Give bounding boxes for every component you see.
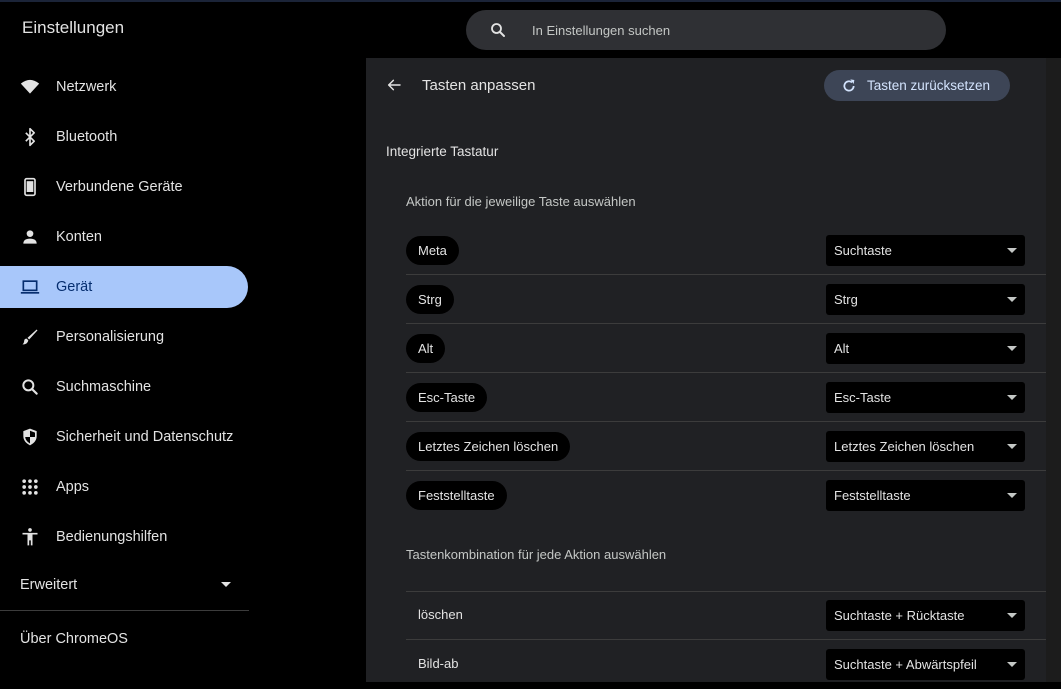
dropdown-value: Feststelltaste: [834, 488, 911, 503]
key-action-dropdown[interactable]: Feststelltaste: [826, 480, 1025, 511]
search-input[interactable]: [530, 21, 914, 39]
sidebar-item-personalisierung[interactable]: Personalisierung: [0, 316, 248, 358]
dropdown-value: Suchtaste + Rücktaste: [834, 608, 965, 623]
advanced-toggle[interactable]: Erweitert: [20, 575, 232, 595]
accessibility-icon: [20, 527, 40, 547]
sidebar-divider: [0, 610, 249, 611]
sidebar-item-verbundene-geraete[interactable]: Verbundene Geräte: [0, 166, 248, 208]
wifi-icon: [20, 77, 40, 97]
page-title: Tasten anpassen: [422, 77, 536, 94]
dropdown-arrow-icon: [1007, 613, 1017, 618]
key-chip: Meta: [406, 236, 459, 265]
dropdown-arrow-icon: [1007, 297, 1017, 302]
person-icon: [20, 227, 40, 247]
sidebar-item-label: Verbundene Geräte: [56, 179, 183, 195]
dropdown-arrow-icon: [1007, 248, 1017, 253]
arrow-back-icon: [387, 79, 401, 91]
sidebar-item-label: Suchmaschine: [56, 379, 152, 395]
bluetooth-icon: [20, 127, 40, 147]
sidebar-item-label: Netzwerk: [56, 79, 117, 95]
brush-icon: [20, 327, 40, 347]
key-chip: Alt: [406, 334, 446, 363]
sidebar-item-bedienungshilfen[interactable]: Bedienungshilfen: [0, 516, 248, 558]
sidebar-item-about[interactable]: Über ChromeOS: [20, 631, 128, 647]
dropdown-arrow-icon: [220, 577, 232, 593]
sidebar-item-label: Apps: [56, 479, 90, 495]
key-action-dropdown[interactable]: Esc-Taste: [826, 382, 1025, 413]
dropdown-arrow-icon: [1007, 346, 1017, 351]
key-chip: Esc-Taste: [406, 383, 488, 412]
dropdown-value: Letztes Zeichen löschen: [834, 439, 975, 454]
key-action-dropdown[interactable]: Suchtaste: [826, 235, 1025, 266]
app-title: Einstellungen: [22, 18, 125, 37]
keys-subtitle: Aktion für die jeweilige Taste auswählen: [406, 194, 636, 209]
key-row-esc: Esc-Taste Esc-Taste: [386, 373, 1046, 422]
sidebar-item-label: Konten: [56, 229, 102, 245]
sidebar-item-suchmaschine[interactable]: Suchmaschine: [0, 366, 248, 408]
sidebar-item-label: Sicherheit und Datenschutz: [56, 429, 234, 445]
combo-dropdown[interactable]: Suchtaste + Abwärtspfeil: [826, 649, 1025, 680]
key-chip: Letztes Zeichen löschen: [406, 432, 571, 461]
scrollbar-track[interactable]: [1046, 58, 1061, 682]
search-icon: [20, 377, 40, 397]
combo-subtitle: Tastenkombination für jede Aktion auswäh…: [406, 547, 667, 562]
sidebar-item-label: Bluetooth: [56, 129, 118, 145]
key-action-dropdown[interactable]: Letztes Zeichen löschen: [826, 431, 1025, 462]
key-action-dropdown[interactable]: Strg: [826, 284, 1025, 315]
key-chip: Strg: [406, 285, 454, 314]
key-action-dropdown[interactable]: Alt: [826, 333, 1025, 364]
combo-action-label: Bild-ab: [418, 656, 459, 671]
sidebar-item-bluetooth[interactable]: Bluetooth: [0, 116, 248, 158]
laptop-icon: [20, 277, 40, 297]
sidebar-item-sicherheit[interactable]: Sicherheit und Datenschutz: [0, 416, 248, 458]
key-row-meta: Meta Suchtaste: [386, 226, 1046, 275]
dropdown-value: Suchtaste: [834, 243, 892, 258]
sidebar-item-label: Gerät: [56, 279, 93, 295]
dropdown-arrow-icon: [1007, 662, 1017, 667]
apps-grid-icon: [20, 477, 40, 497]
search-icon: [488, 20, 508, 40]
dropdown-arrow-icon: [1007, 395, 1017, 400]
combo-row-delete: löschen Suchtaste + Rücktaste: [386, 591, 1046, 640]
dropdown-arrow-icon: [1007, 493, 1017, 498]
phone-icon: [20, 177, 40, 197]
shield-icon: [20, 427, 40, 447]
reset-keys-button[interactable]: Tasten zurücksetzen: [824, 70, 1010, 101]
reset-keys-label: Tasten zurücksetzen: [867, 78, 991, 93]
key-row-strg: Strg Strg: [386, 275, 1046, 324]
dropdown-value: Strg: [834, 292, 858, 307]
window-top-border: [0, 0, 1061, 2]
dropdown-arrow-icon: [1007, 444, 1017, 449]
key-row-alt: Alt Alt: [386, 324, 1046, 373]
combo-action-label: löschen: [418, 607, 463, 622]
row-divider: [406, 591, 1046, 592]
search-bar[interactable]: [466, 10, 946, 50]
dropdown-value: Suchtaste + Abwärtspfeil: [834, 657, 977, 672]
combo-dropdown[interactable]: Suchtaste + Rücktaste: [826, 600, 1025, 631]
refresh-icon: [841, 78, 857, 94]
sidebar-item-apps[interactable]: Apps: [0, 466, 248, 508]
dropdown-value: Esc-Taste: [834, 390, 892, 405]
key-row-backspace: Letztes Zeichen löschen Letztes Zeichen …: [386, 422, 1046, 471]
back-button[interactable]: [384, 75, 404, 95]
sidebar-item-label: Personalisierung: [56, 329, 165, 345]
dropdown-value: Alt: [834, 341, 850, 356]
key-chip: Feststelltaste: [406, 481, 507, 510]
advanced-label: Erweitert: [20, 577, 78, 593]
sidebar-item-geraet[interactable]: Gerät: [0, 266, 248, 308]
sidebar-item-konten[interactable]: Konten: [0, 216, 248, 258]
section-title: Integrierte Tastatur: [386, 144, 499, 159]
sidebar-item-netzwerk[interactable]: Netzwerk: [0, 66, 248, 108]
sidebar-item-label: Bedienungshilfen: [56, 529, 168, 545]
key-row-capslock: Feststelltaste Feststelltaste: [386, 471, 1046, 520]
